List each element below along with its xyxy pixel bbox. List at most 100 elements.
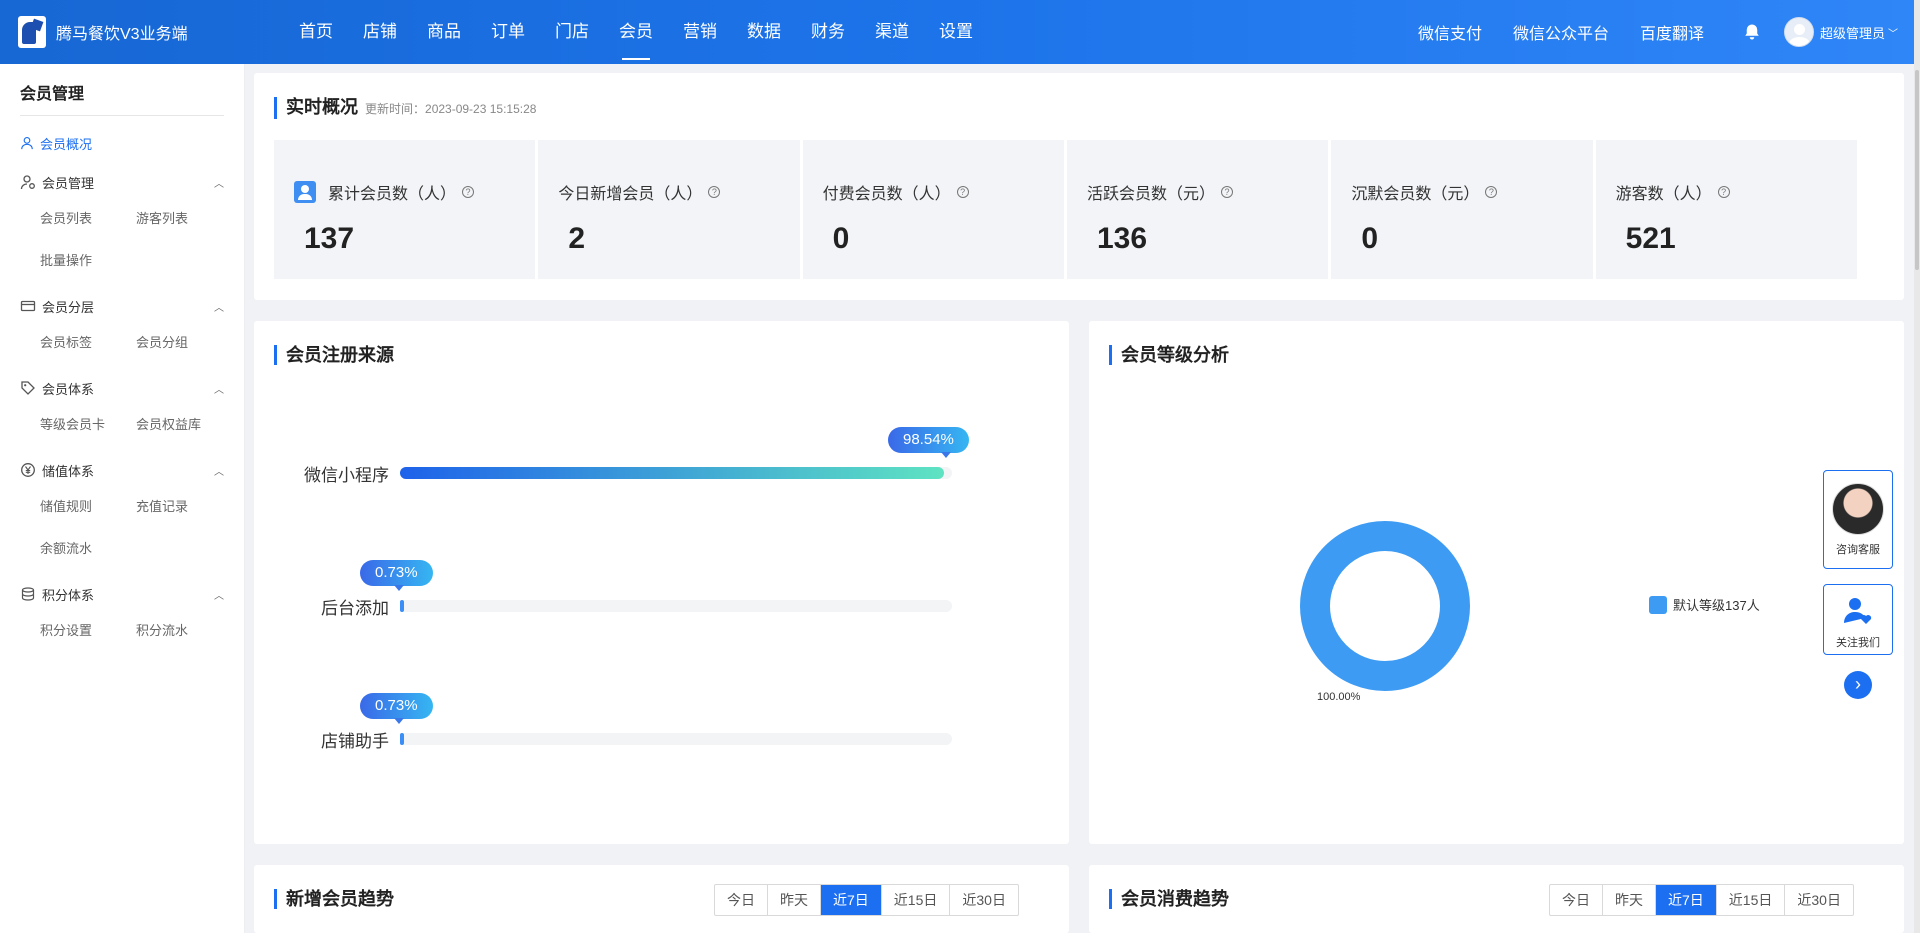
help-icon[interactable]: ? <box>708 186 721 198</box>
stat-paid-members: 付费会员数（人） ? 0 <box>803 140 1067 279</box>
sidebar-item-visitor-list[interactable]: 游客列表 <box>136 202 232 244</box>
sidebar-item-stored-rules[interactable]: 储值规则 <box>40 490 136 532</box>
slice-percent-label: 100.00% <box>1317 691 1361 703</box>
donut-slice-default-level[interactable] <box>1300 521 1470 691</box>
chevron-up-icon: ︿ <box>214 590 224 602</box>
sidebar-item-level-card[interactable]: 等级会员卡 <box>40 408 136 450</box>
link-baidu-translate[interactable]: 百度翻译 <box>1640 20 1704 44</box>
sidebar-group-system: 会员体系 ︿ 等级会员卡 会员权益库 <box>0 368 244 450</box>
source-track <box>400 733 952 745</box>
tab-7-days[interactable]: 近7日 <box>821 885 882 915</box>
follow-label: 关注我们 <box>1836 637 1880 649</box>
source-percent: 0.73% <box>360 693 433 724</box>
stat-label: 沉默会员数（元） <box>1351 186 1480 203</box>
tab-7-days[interactable]: 近7日 <box>1656 885 1717 915</box>
stat-silent-members: 沉默会员数（元） ? 0 <box>1331 140 1596 279</box>
nav-shop[interactable]: 店铺 <box>348 0 412 64</box>
level-card: 会员等级分析 100.00% 默认等级137人 <box>1089 321 1904 844</box>
sidebar-item-member-tags[interactable]: 会员标签 <box>40 326 136 368</box>
update-time: 更新时间：2023-09-23 15:15:28 <box>365 102 537 116</box>
sidebar-group-label: 会员管理 <box>42 175 95 191</box>
help-icon[interactable]: ? <box>462 186 475 198</box>
follow-user-icon <box>1844 598 1872 624</box>
nav-orders[interactable]: 订单 <box>476 0 540 64</box>
section-title: 会员等级分析 <box>1109 345 1229 365</box>
user-menu[interactable]: 超级管理员 ﹀ <box>1783 17 1898 47</box>
tab-today[interactable]: 今日 <box>1550 885 1603 915</box>
sidebar-group-label: 储值体系 <box>42 463 95 479</box>
sidebar-item-benefits[interactable]: 会员权益库 <box>136 408 232 450</box>
sidebar-group-label: 会员体系 <box>42 381 95 397</box>
sidebar-item-member-list[interactable]: 会员列表 <box>40 202 136 244</box>
coins-icon <box>21 587 35 601</box>
sidebar-group-head[interactable]: 会员分层 ︿ <box>0 286 244 326</box>
section-title: 新增会员趋势 <box>274 889 394 909</box>
legend-item[interactable]: 默认等级137人 <box>1649 595 1760 614</box>
nav-marketing[interactable]: 营销 <box>668 0 732 64</box>
nav-data[interactable]: 数据 <box>732 0 796 64</box>
stat-visitors: 游客数（人） ? 521 <box>1596 140 1857 279</box>
nav-members[interactable]: 会员 <box>604 0 668 64</box>
tab-15-days[interactable]: 近15日 <box>1717 885 1786 915</box>
link-wechat-mp[interactable]: 微信公众平台 <box>1513 20 1609 44</box>
sidebar-item-points-settings[interactable]: 积分设置 <box>40 614 136 656</box>
follow-us-widget[interactable]: 关注我们 <box>1823 584 1893 655</box>
nav-channels[interactable]: 渠道 <box>860 0 924 64</box>
tab-yesterday[interactable]: 昨天 <box>1603 885 1656 915</box>
tab-today[interactable]: 今日 <box>715 885 768 915</box>
sidebar-item-batch-ops[interactable]: 批量操作 <box>40 244 136 286</box>
stat-value: 136 <box>1096 222 1148 255</box>
stat-new-today: 今日新增会员（人） ? 2 <box>538 140 803 279</box>
link-wechat-pay[interactable]: 微信支付 <box>1418 20 1482 44</box>
help-icon[interactable]: ? <box>1485 186 1498 198</box>
main-nav: 首页 店铺 商品 订单 门店 会员 营销 数据 财务 渠道 设置 <box>284 0 988 64</box>
bell-icon[interactable] <box>1743 23 1761 41</box>
tab-30-days[interactable]: 近30日 <box>1785 885 1853 915</box>
sidebar-item-recharge-records[interactable]: 充值记录 <box>136 490 232 532</box>
source-track <box>400 600 952 612</box>
yen-icon <box>21 463 35 477</box>
stat-label: 游客数（人） <box>1615 186 1712 203</box>
brand[interactable]: 腾马餐饮V3业务端 <box>0 16 270 48</box>
nav-finance[interactable]: 财务 <box>796 0 860 64</box>
sidebar-item-member-groups[interactable]: 会员分组 <box>136 326 232 368</box>
sidebar-group-head[interactable]: 储值体系 ︿ <box>0 450 244 490</box>
source-bar <box>400 467 944 479</box>
nav-settings[interactable]: 设置 <box>924 0 988 64</box>
stat-label: 今日新增会员（人） <box>558 186 703 203</box>
sidebar-group-head[interactable]: 会员体系 ︿ <box>0 368 244 408</box>
tab-yesterday[interactable]: 昨天 <box>768 885 821 915</box>
sidebar-sub-list: 积分设置 积分流水 <box>0 614 244 656</box>
stat-label: 累计会员数（人） <box>328 186 457 203</box>
help-icon[interactable]: ? <box>1221 186 1233 198</box>
chevron-up-icon: ︿ <box>214 466 224 478</box>
spending-trend-card: 会员消费趋势 今日 昨天 近7日 近15日 近30日 <box>1089 865 1904 933</box>
sidebar-sub-list: 会员标签 会员分组 <box>0 326 244 368</box>
chevron-right-icon[interactable]: › <box>1844 671 1872 699</box>
sidebar-item-label: 会员概况 <box>40 136 93 152</box>
sidebar-group-head[interactable]: 积分体系 ︿ <box>0 574 244 614</box>
source-bar <box>400 733 405 745</box>
nav-stores[interactable]: 门店 <box>540 0 604 64</box>
help-icon[interactable]: ? <box>956 186 969 198</box>
sidebar-item-overview[interactable]: 会员概况 <box>0 124 244 162</box>
nav-goods[interactable]: 商品 <box>412 0 476 64</box>
sidebar-item-balance-flow[interactable]: 余额流水 <box>40 532 136 574</box>
chevron-down-icon: ﹀ <box>1888 28 1898 40</box>
service-label: 咨询客服 <box>1836 544 1880 556</box>
customer-service-widget[interactable]: 咨询客服 <box>1823 470 1893 569</box>
overview-title: 实时概况 <box>286 97 358 117</box>
sidebar-title: 会员管理 <box>20 86 85 103</box>
source-label: 后台添加 <box>321 599 389 618</box>
nav-home[interactable]: 首页 <box>284 0 348 64</box>
source-percent: 98.54% <box>888 427 969 458</box>
stat-value: 0 <box>1361 222 1378 255</box>
help-icon[interactable]: ? <box>1717 186 1730 198</box>
tab-15-days[interactable]: 近15日 <box>882 885 951 915</box>
sidebar-item-points-flow[interactable]: 积分流水 <box>136 614 232 656</box>
sidebar-group-head[interactable]: 会员管理 ︿ <box>0 162 244 202</box>
stat-label: 活跃会员数（元） <box>1086 186 1215 203</box>
tab-30-days[interactable]: 近30日 <box>950 885 1018 915</box>
user-outline-icon <box>21 137 33 150</box>
page-scrollbar[interactable] <box>1914 0 1920 933</box>
